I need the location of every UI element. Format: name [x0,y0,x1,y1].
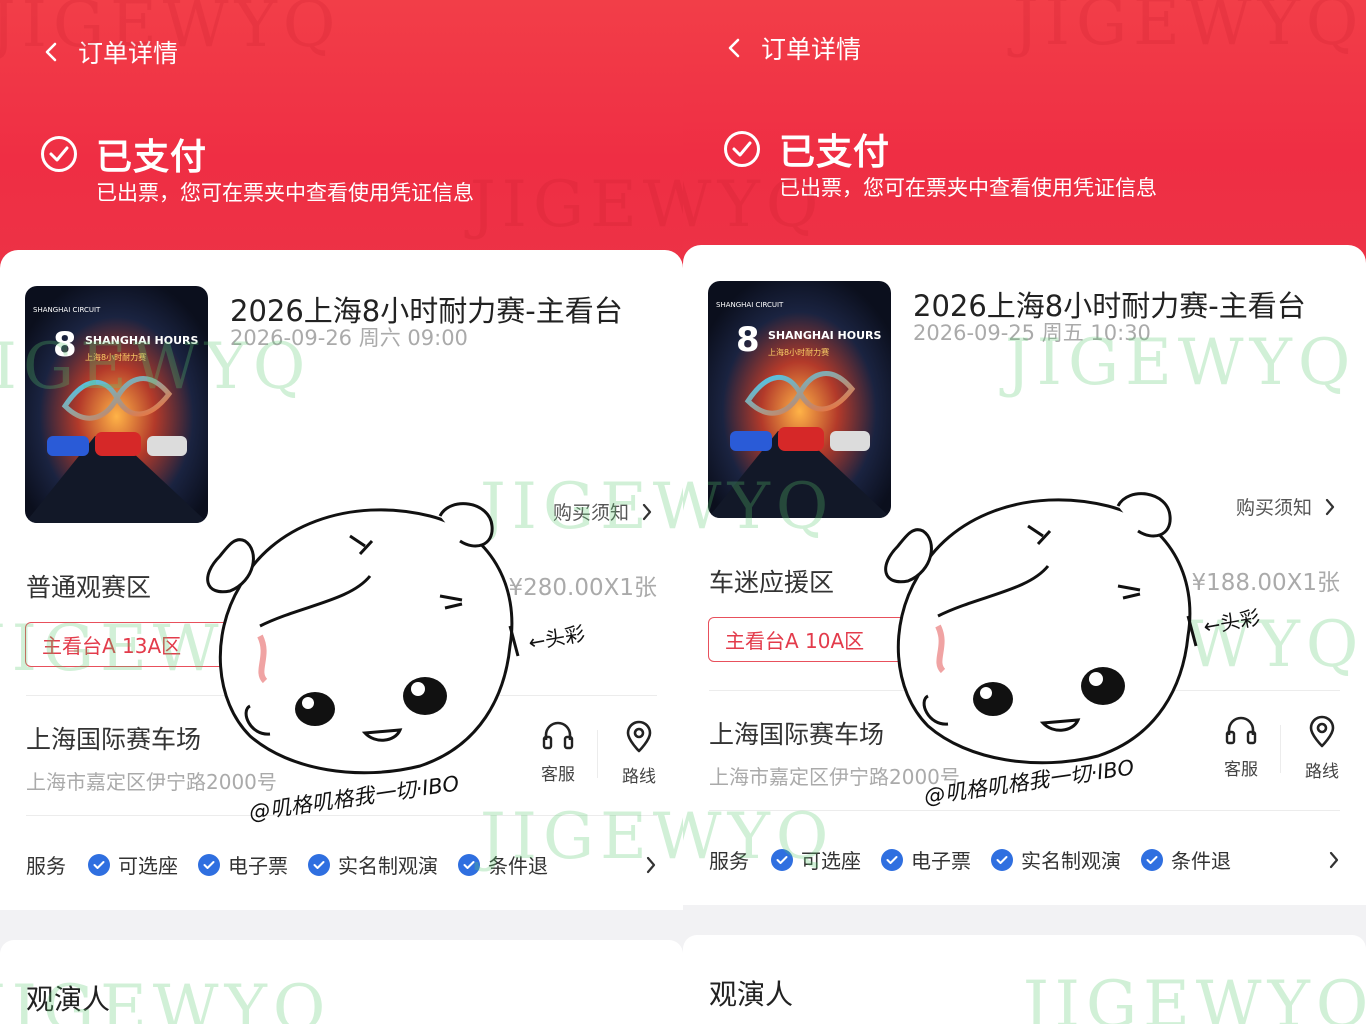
route-label: 路线 [622,767,656,787]
check-icon [308,853,330,876]
status-title: 已支付 [779,132,891,173]
ticket-zone: 普通观赛区 [26,573,152,602]
action-divider [597,730,598,778]
headset-icon [1225,716,1257,745]
purchase-notice-link[interactable]: 购买须知 [1236,493,1336,520]
chevron-right-icon[interactable] [1328,850,1340,870]
nav-bar: 订单详情 [719,30,861,66]
check-circle-icon [724,131,760,167]
status-subtitle: 已出票，您可在票夹中查看使用凭证信息 [96,181,474,205]
back-button[interactable] [719,33,749,63]
venue-name: 上海国际赛车场 [26,725,202,754]
payment-status: 已支付 [723,123,890,175]
event-time: 2026-09-25 周五 10:30 [913,321,1151,345]
service-tag: 可选座 [771,845,861,874]
check-icon [771,848,793,871]
status-title: 已支付 [96,137,208,178]
check-icon [1141,848,1163,871]
status-header: 订单详情 已支付 已出票，您可在票夹中查看使用凭证信息 [683,0,1366,284]
service-tag: 可选座 [88,850,178,879]
page-title: 订单详情 [761,35,862,64]
poster-image: SHANGHAI CIRCUIT 8 SHANGHAI HOURS 上海8小时耐… [708,281,891,518]
check-icon [991,848,1013,871]
ticket-zone: 车迷应援区 [709,568,835,597]
order-detail-screen-right: 订单详情 已支付 已出票，您可在票夹中查看使用凭证信息 SHANGHAI CIR… [683,0,1366,1024]
status-header: 订单详情 已支付 已出票，您可在票夹中查看使用凭证信息 [0,0,683,290]
attendee-label: 观演人 [26,983,111,1016]
attendee-label: 观演人 [709,978,794,1011]
services-row[interactable]: 服务 可选座 电子票 实名制观演 条件退 [26,850,657,879]
ticket-price: ¥188.00X1张 [1191,570,1340,596]
route-label: 路线 [1305,762,1339,782]
customer-service-button[interactable]: 客服 [1211,715,1271,780]
action-divider [1280,725,1281,773]
service-tag: 电子票 [881,845,971,874]
attendee-card: 观演人 [683,935,1366,1024]
purchase-notice-label: 购买须知 [552,502,629,524]
customer-service-button[interactable]: 客服 [528,720,588,785]
route-button[interactable]: 路线 [609,720,669,787]
chevron-right-icon [1325,498,1335,515]
services-row[interactable]: 服务 可选座 电子票 实名制观演 条件退 [709,845,1340,874]
divider [26,815,657,816]
purchase-notice-label: 购买须知 [1235,497,1312,519]
chevron-right-icon[interactable] [645,855,657,875]
poster-cn-headline: 上海8小时耐力赛 [85,352,146,362]
nav-bar: 订单详情 [36,34,178,70]
poster-number: 8 [53,325,77,365]
service-tag: 电子票 [198,850,288,879]
divider [709,690,1340,691]
customer-service-label: 客服 [1224,760,1258,780]
attendee-card: 观演人 [0,940,683,1024]
route-button[interactable]: 路线 [1292,715,1352,782]
chevron-left-icon [45,42,57,62]
event-card: SHANGHAI CIRCUIT 8 SHANGHAI HOURS 上海8小时耐… [683,245,1366,905]
poster-number: 8 [736,320,760,360]
seat-tag: 主看台A 13A区 [25,622,280,667]
check-circle-icon [41,136,77,172]
check-icon [198,853,220,876]
location-pin-icon [626,720,652,753]
chevron-right-icon [642,503,652,520]
payment-status: 已支付 [40,128,207,180]
venue-address: 上海市嘉定区伊宁路2000号 [26,770,277,794]
poster-cn-headline: 上海8小时耐力赛 [768,347,829,357]
check-icon [88,853,110,876]
poster-headline: SHANGHAI HOURS [768,329,881,342]
poster-brand: SHANGHAI CIRCUIT [33,306,101,314]
divider [709,810,1340,811]
event-poster[interactable]: SHANGHAI CIRCUIT 8 SHANGHAI HOURS 上海8小时耐… [708,281,891,518]
services-label: 服务 [709,849,749,873]
customer-service-label: 客服 [541,765,575,785]
service-tag: 条件退 [458,850,548,879]
poster-headline: SHANGHAI HOURS [85,334,198,347]
seat-tag: 主看台A 10A区 [708,617,970,662]
event-poster[interactable]: SHANGHAI CIRCUIT 8 SHANGHAI HOURS 上海8小时耐… [25,286,208,523]
location-pin-icon [1309,715,1335,748]
purchase-notice-link[interactable]: 购买须知 [553,498,653,525]
services-label: 服务 [26,854,66,878]
ticket-price: ¥280.00X1张 [508,575,657,601]
back-button[interactable] [36,37,66,67]
service-tag: 条件退 [1141,845,1231,874]
page-title: 订单详情 [78,39,179,68]
event-time: 2026-09-26 周六 09:00 [230,326,468,350]
chevron-left-icon [728,38,740,58]
status-subtitle: 已出票，您可在票夹中查看使用凭证信息 [779,176,1157,200]
check-icon [458,853,480,876]
order-detail-screen-left: 订单详情 已支付 已出票，您可在票夹中查看使用凭证信息 SHANGHAI CIR… [0,0,683,1024]
service-tag: 实名制观演 [308,850,438,879]
poster-brand: SHANGHAI CIRCUIT [716,301,784,309]
service-tag: 实名制观演 [991,845,1121,874]
headset-icon [542,721,574,750]
divider [26,695,657,696]
poster-image: SHANGHAI CIRCUIT 8 SHANGHAI HOURS 上海8小时耐… [25,286,208,523]
check-icon [881,848,903,871]
venue-name: 上海国际赛车场 [709,720,885,749]
